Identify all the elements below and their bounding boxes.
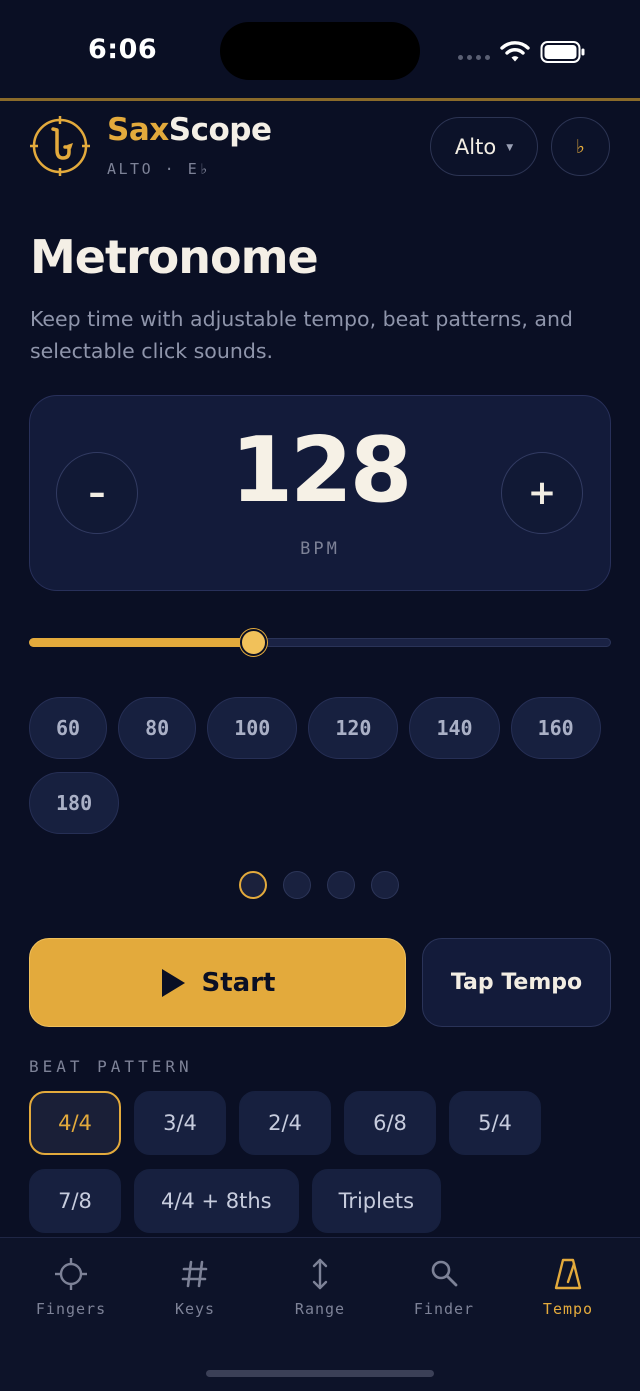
tempo-slider[interactable] — [29, 628, 611, 658]
beat-pattern-option[interactable]: 7/8 — [29, 1169, 121, 1233]
tab-label: Range — [294, 1300, 346, 1318]
start-button[interactable]: Start — [29, 938, 406, 1027]
search-icon — [431, 1260, 458, 1287]
beat-dot — [371, 871, 399, 899]
battery-icon — [540, 41, 585, 63]
tempo-presets: 60 80 100 120 140 160 180 — [29, 697, 619, 834]
instrument-value: Alto — [454, 134, 497, 159]
tab-label: Finder — [413, 1300, 475, 1318]
beat-indicator — [239, 871, 399, 899]
app-brand: SaxScope — [107, 112, 272, 148]
beat-pattern-options: 4/4 3/4 2/4 6/8 5/4 7/8 4/4 + 8ths Triplets — [29, 1091, 589, 1233]
saxophone-logo-icon — [30, 116, 90, 176]
beat-pattern-option[interactable]: 6/8 — [344, 1091, 436, 1155]
beat-pattern-option[interactable]: 4/4 — [29, 1091, 121, 1155]
beat-pattern-option[interactable]: 4/4 + 8ths — [134, 1169, 299, 1233]
page-description: Keep time with adjustable tempo, beat pa… — [30, 307, 573, 363]
up-down-arrow-icon — [312, 1258, 328, 1290]
play-icon — [161, 968, 185, 997]
start-label: Start — [201, 967, 276, 998]
tempo-preset-60[interactable]: 60 — [29, 697, 108, 759]
tab-fingers[interactable]: Fingers — [7, 1256, 135, 1318]
beat-pattern-option[interactable]: 5/4 — [449, 1091, 541, 1155]
tempo-preset-180[interactable]: 180 — [29, 772, 120, 834]
status-bar: 6:06 — [0, 0, 640, 100]
tab-keys[interactable]: Keys — [131, 1256, 259, 1318]
brand-sax: Sax — [107, 112, 169, 148]
crosshair-icon — [55, 1258, 87, 1290]
beat-pattern-option[interactable]: 3/4 — [134, 1091, 226, 1155]
home-indicator — [206, 1370, 434, 1377]
bpm-card: – 128 BPM + — [29, 395, 611, 591]
tab-label: Fingers — [35, 1300, 107, 1318]
page-title: Metronome — [30, 230, 319, 284]
slider-thumb[interactable] — [240, 629, 268, 656]
beat-pattern-option[interactable]: Triplets — [311, 1169, 442, 1233]
tab-finder[interactable]: Finder — [380, 1256, 508, 1318]
wifi-icon — [500, 41, 530, 62]
beat-dot — [327, 871, 355, 899]
tab-bar: Fingers Keys Range Finder Tempo — [0, 1237, 640, 1391]
chevron-down-icon: ▼ — [506, 142, 514, 153]
status-time: 6:06 — [88, 34, 158, 65]
brand-subtitle: ALTO · E♭ — [107, 160, 211, 178]
instrument-select[interactable]: Alto ▼ — [430, 117, 538, 176]
increase-bpm-button[interactable]: + — [501, 452, 583, 534]
beat-pattern-label: BEAT PATTERN — [29, 1057, 193, 1076]
tab-tempo[interactable]: Tempo — [504, 1256, 632, 1318]
tempo-preset-100[interactable]: 100 — [207, 697, 298, 759]
beat-dot — [239, 871, 267, 899]
bpm-unit: BPM — [300, 539, 340, 559]
tab-range[interactable]: Range — [256, 1256, 384, 1318]
beat-dot — [283, 871, 311, 899]
tempo-preset-120[interactable]: 120 — [308, 697, 399, 759]
dynamic-island — [220, 22, 420, 80]
metronome-icon — [554, 1258, 582, 1290]
brand-scope: Scope — [168, 112, 272, 148]
slider-fill — [29, 638, 254, 647]
beat-pattern-option[interactable]: 2/4 — [239, 1091, 331, 1155]
accidental-toggle-button[interactable]: ♭ — [551, 117, 610, 176]
tab-label: Tempo — [542, 1300, 594, 1318]
tempo-preset-80[interactable]: 80 — [118, 697, 197, 759]
header-divider — [0, 98, 640, 101]
tab-label: Keys — [174, 1300, 216, 1318]
tempo-preset-140[interactable]: 140 — [409, 697, 500, 759]
tap-tempo-button[interactable]: Tap Tempo — [422, 938, 611, 1027]
hash-icon — [181, 1260, 208, 1288]
tempo-preset-160[interactable]: 160 — [510, 697, 601, 759]
cellular-signal-icon — [458, 55, 490, 60]
